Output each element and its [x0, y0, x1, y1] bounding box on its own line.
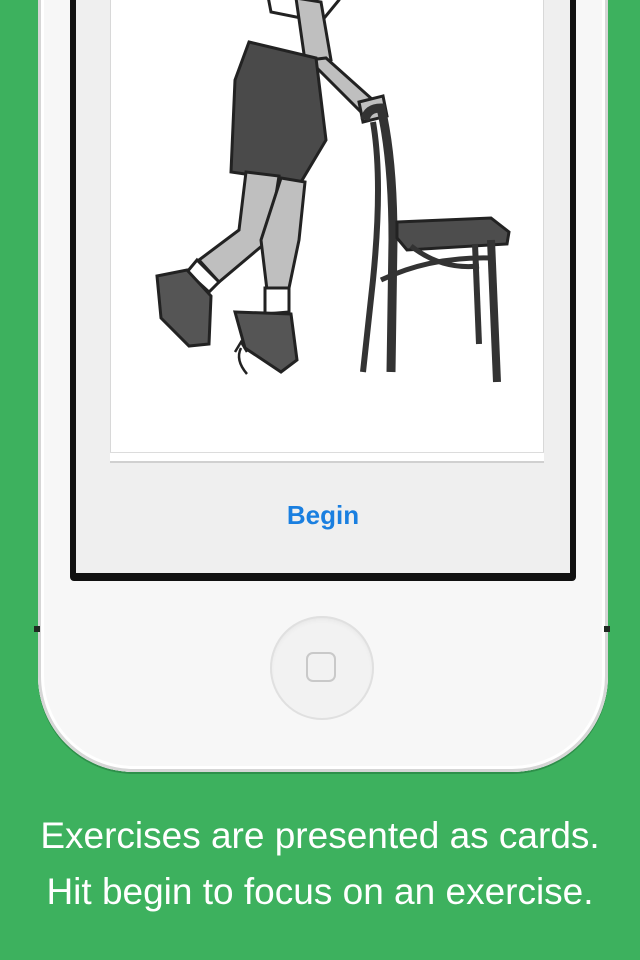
caption-line-1: Exercises are presented as cards. — [40, 815, 600, 856]
begin-button[interactable]: Begin — [76, 500, 570, 531]
home-square-icon — [306, 652, 336, 682]
exercise-illustration — [155, 0, 511, 383]
phone-device: Begin — [38, 0, 608, 772]
exercise-card[interactable] — [110, 0, 544, 452]
screen-frame: Begin — [70, 0, 576, 581]
app-screen: Begin — [76, 0, 570, 573]
caption-line-2: Hit begin to focus on an exercise. — [46, 871, 594, 912]
promo-caption: Exercises are presented as cards. Hit be… — [0, 808, 640, 920]
home-button[interactable] — [270, 616, 374, 720]
card-stack-edge — [110, 452, 544, 463]
phone-side-marker-left — [34, 626, 40, 632]
phone-side-marker-right — [604, 626, 610, 632]
